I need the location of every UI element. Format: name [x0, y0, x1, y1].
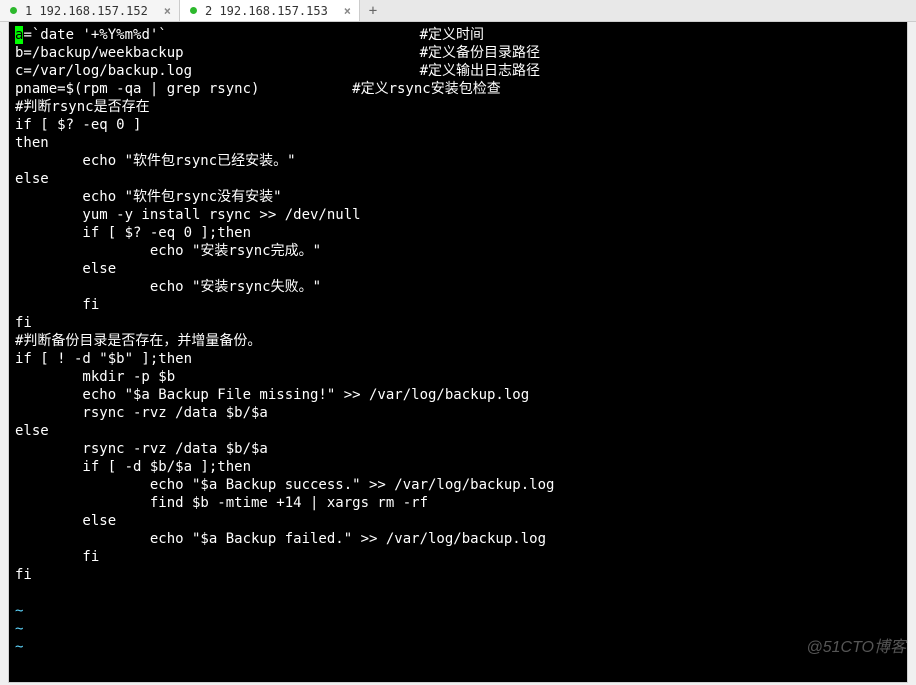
- tab-label: 2 192.168.157.153: [205, 4, 334, 18]
- status-dot-icon: [190, 7, 197, 14]
- vim-empty-line-tilde: ~: [15, 639, 23, 655]
- scrollbar[interactable]: [910, 22, 916, 683]
- cursor: a: [15, 26, 23, 44]
- tab-label: 1 192.168.157.152: [25, 4, 154, 18]
- status-dot-icon: [10, 7, 17, 14]
- terminal-tab-1[interactable]: 1 192.168.157.152 ×: [0, 0, 180, 21]
- close-icon[interactable]: ×: [342, 4, 353, 18]
- vim-empty-line-tilde: ~: [15, 621, 23, 637]
- add-tab-button[interactable]: +: [360, 0, 386, 21]
- terminal-tab-2[interactable]: 2 192.168.157.153 ×: [180, 0, 360, 21]
- close-icon[interactable]: ×: [162, 4, 173, 18]
- terminal-container: a=`date '+%Y%m%d'` #定义时间 b=/backup/weekb…: [8, 22, 908, 683]
- watermark: @51CTO博客: [806, 633, 906, 657]
- vim-empty-line-tilde: ~: [15, 603, 23, 619]
- tab-bar: 1 192.168.157.152 × 2 192.168.157.153 × …: [0, 0, 916, 22]
- terminal[interactable]: a=`date '+%Y%m%d'` #定义时间 b=/backup/weekb…: [9, 22, 907, 682]
